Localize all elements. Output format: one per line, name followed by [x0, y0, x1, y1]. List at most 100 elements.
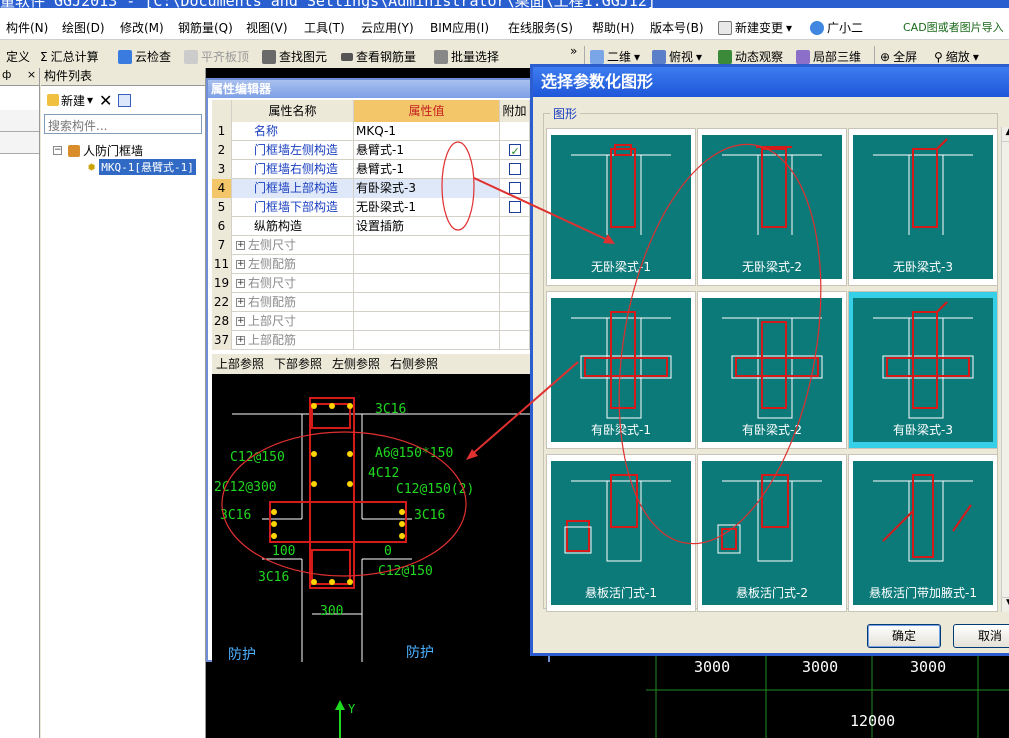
attach-checkbox[interactable]: ✓ [508, 143, 521, 158]
shape-tile[interactable]: 悬板活门带加腋式-1 [848, 454, 998, 612]
shape-tile[interactable]: 无卧梁式-2 [697, 128, 847, 286]
chevron-down-icon: ▾ [696, 49, 703, 64]
property-row[interactable]: 28 + 上部尺寸 [212, 312, 530, 331]
view-2d-button[interactable]: 二维 ▾ [590, 48, 640, 65]
dock-row[interactable] [0, 110, 39, 132]
define-button[interactable]: 定义 [6, 48, 30, 65]
align-slab-button[interactable]: 平齐板顶 [184, 48, 249, 65]
shape-tile[interactable]: 无卧梁式-1 [546, 128, 696, 286]
scroll-up-icon[interactable]: ▲ [1002, 127, 1009, 142]
cloud-check-button[interactable]: 云检查 [118, 48, 171, 65]
shape-tile[interactable]: 悬板活门式-2 [697, 454, 847, 612]
pin-icon[interactable]: ф [2, 68, 11, 81]
expand-icon[interactable]: + [236, 279, 245, 288]
shape-tile[interactable]: 悬板活门式-1 [546, 454, 696, 612]
local-3d-button[interactable]: 局部三维 [796, 48, 861, 65]
property-row[interactable]: 2 门框墙左侧构造 悬臂式-1 ✓ [212, 141, 530, 160]
tree-node-civil-defense-wall[interactable]: − 人防门框墙 [53, 142, 143, 159]
property-value[interactable]: MKQ-1 [354, 122, 500, 141]
cancel-button[interactable]: 取消 [953, 624, 1009, 648]
menu-tools[interactable]: 工具(T) [304, 19, 345, 36]
menu-rebar[interactable]: 钢筋量(Q) [178, 19, 233, 36]
find-element-button[interactable]: 查找图元 [262, 48, 327, 65]
assistant-menu[interactable]: 广小二 [810, 19, 863, 36]
shape-thumbnail: 无卧梁式-3 [853, 135, 993, 279]
menu-component[interactable]: 构件(N) [6, 19, 48, 36]
shape-tile[interactable]: 有卧梁式-3 [848, 291, 998, 449]
ok-button[interactable]: 确定 [867, 624, 941, 648]
dock-row[interactable] [0, 132, 39, 154]
shape-tile[interactable]: 有卧梁式-1 [546, 291, 696, 449]
batch-select-button[interactable]: 批量选择 [434, 48, 499, 65]
menu-online[interactable]: 在线服务(S) [508, 19, 573, 36]
expand-icon[interactable]: + [236, 260, 245, 269]
tab-bottom-reference[interactable]: 下部参照 [274, 354, 322, 374]
menu-cloud[interactable]: 云应用(Y) [361, 19, 414, 36]
expand-icon[interactable]: + [236, 298, 245, 307]
expand-icon[interactable]: + [236, 336, 245, 345]
property-name-text: 门框墙上部构造 [254, 181, 339, 195]
cad-import-link[interactable]: CAD图或者图片导入 [903, 19, 1004, 35]
property-row[interactable]: 5 门框墙下部构造 无卧梁式-1 [212, 198, 530, 217]
attach-checkbox[interactable] [508, 200, 521, 213]
menu-modify[interactable]: 修改(M) [120, 19, 164, 36]
property-row[interactable]: 19 + 右侧尺寸 [212, 274, 530, 293]
dynamic-observe-button[interactable]: 动态观察 [718, 48, 783, 65]
property-row[interactable]: 37 + 上部配筋 [212, 331, 530, 350]
new-change-menu[interactable]: 新建变更 ▾ [718, 19, 792, 36]
menu-help[interactable]: 帮助(H) [592, 19, 634, 36]
property-editor-panel: 属性编辑器 属性名称 属性值 附加 1 名称 MKQ-1 2 门框墙左侧构造 悬臂式-1 ✓… [206, 78, 550, 662]
delete-icon[interactable]: ✕ [99, 91, 112, 110]
rebar-label: 3C16 [258, 570, 290, 585]
close-icon[interactable]: × [27, 68, 36, 81]
shape-diagram [722, 317, 823, 419]
expand-icon[interactable]: + [236, 317, 245, 326]
property-value[interactable]: 有卧梁式-3 [354, 179, 500, 198]
rebar-label: 3C16 [220, 508, 252, 523]
component-search-input[interactable]: 搜索构件... [44, 114, 202, 134]
property-value[interactable] [354, 293, 500, 312]
copy-icon[interactable] [118, 93, 132, 107]
collapse-icon[interactable]: − [53, 146, 62, 155]
view-rebar-label: 查看钢筋量 [356, 50, 417, 64]
shape-tile[interactable]: 无卧梁式-3 [848, 128, 998, 286]
property-value[interactable] [354, 331, 500, 350]
attach-checkbox[interactable] [508, 181, 521, 194]
dialog-scrollbar[interactable]: ▲ ▼ [1001, 127, 1009, 612]
menu-bim[interactable]: BIM应用(I) [430, 19, 489, 36]
scroll-down-icon[interactable]: ▼ [1002, 597, 1009, 612]
property-row[interactable]: 22 + 右侧配筋 [212, 293, 530, 312]
menu-draw[interactable]: 绘图(D) [62, 19, 105, 36]
summary-calc-button[interactable]: Σ 汇总计算 [40, 48, 99, 65]
shape-tile[interactable]: 有卧梁式-2 [697, 291, 847, 449]
new-component-button[interactable]: 新建 ▾ [47, 92, 93, 109]
property-row[interactable]: 1 名称 MKQ-1 [212, 122, 530, 141]
tab-left-reference[interactable]: 左侧参照 [332, 354, 380, 374]
property-value[interactable] [354, 236, 500, 255]
property-name: 名称 [232, 122, 354, 141]
expand-icon[interactable]: + [236, 241, 245, 250]
property-value[interactable]: 设置插筋 [354, 217, 500, 236]
property-row[interactable]: 3 门框墙右侧构造 悬臂式-1 [212, 160, 530, 179]
property-row[interactable]: 4 门框墙上部构造 有卧梁式-3 [212, 179, 530, 198]
property-value[interactable] [354, 312, 500, 331]
top-view-button[interactable]: 俯视 ▾ [652, 48, 702, 65]
menu-version[interactable]: 版本号(B) [650, 19, 704, 36]
property-row[interactable]: 7 + 左侧尺寸 [212, 236, 530, 255]
zoom-button[interactable]: ⚲ 缩放 ▾ [934, 48, 979, 65]
tree-node-mkq1[interactable]: ✹ MKQ-1[悬臂式-1] [87, 159, 196, 175]
menu-view[interactable]: 视图(V) [246, 19, 288, 36]
tab-right-reference[interactable]: 右侧参照 [390, 354, 438, 374]
property-value[interactable]: 悬臂式-1 [354, 160, 500, 179]
property-value[interactable]: 悬臂式-1 [354, 141, 500, 160]
property-value[interactable]: 无卧梁式-1 [354, 198, 500, 217]
property-row[interactable]: 11 + 左侧配筋 [212, 255, 530, 274]
property-row[interactable]: 6 纵筋构造 设置插筋 [212, 217, 530, 236]
property-value[interactable] [354, 255, 500, 274]
fullscreen-button[interactable]: ⊕ 全屏 [880, 48, 917, 65]
property-value[interactable] [354, 274, 500, 293]
tab-top-reference[interactable]: 上部参照 [216, 354, 264, 374]
toolbar-overflow-icon[interactable]: » [570, 44, 577, 58]
attach-checkbox[interactable] [508, 162, 521, 175]
view-rebar-button[interactable]: 查看钢筋量 [341, 48, 416, 65]
